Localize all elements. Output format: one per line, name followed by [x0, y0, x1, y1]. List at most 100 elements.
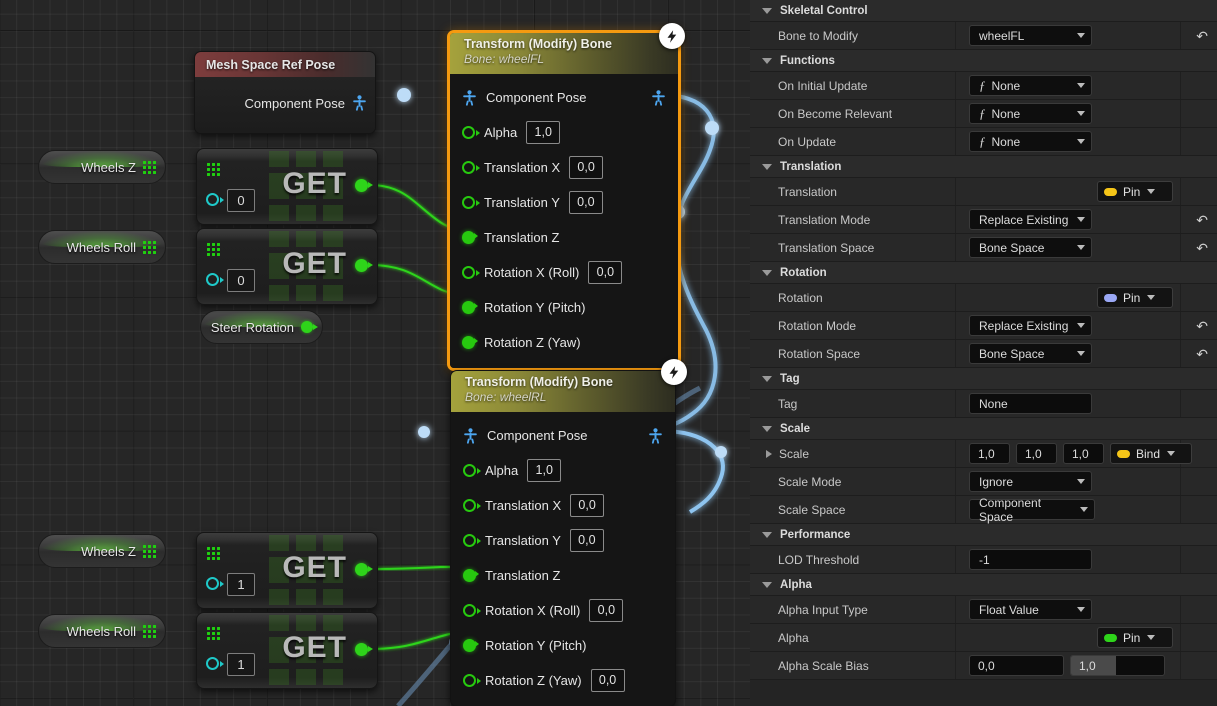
pin-row-alpha[interactable]: Alpha 1,0 [450, 115, 678, 150]
float-pin-icon[interactable] [463, 534, 481, 547]
bone-to-modify-dropdown[interactable]: wheelFL [969, 25, 1092, 46]
index-input-pin-icon[interactable] [206, 193, 224, 206]
property-row-scale-mode[interactable]: Scale Mode Ignore [750, 468, 1217, 496]
scale-bind-button[interactable]: Bind [1110, 443, 1192, 464]
variable-node-wheels-roll-2[interactable]: Wheels Roll [38, 614, 166, 648]
category-rotation[interactable]: Rotation [750, 262, 1217, 284]
revert-icon[interactable]: ↶ [1196, 213, 1208, 227]
property-row-alpha[interactable]: Alpha Pin [750, 624, 1217, 652]
property-row-rotation[interactable]: Rotation Pin [750, 284, 1217, 312]
chevron-down-icon[interactable] [762, 531, 772, 538]
get-output-pin-icon[interactable] [355, 643, 373, 656]
scale-space-dropdown[interactable]: Component Space [969, 496, 1095, 524]
float-pin-icon[interactable] [463, 604, 481, 617]
category-performance[interactable]: Performance [750, 524, 1217, 546]
pin-row-translation-y[interactable]: Translation Y 0,0 [450, 185, 678, 220]
pin-row-rotation-x[interactable]: Rotation X (Roll) 0,0 [450, 255, 678, 290]
property-row-on-update[interactable]: On Update ƒ None [750, 128, 1217, 156]
chevron-down-icon[interactable] [762, 581, 772, 588]
translation-pin-button[interactable]: Pin [1097, 181, 1173, 202]
property-row-translation-mode[interactable]: Translation Mode Replace Existing ↶ [750, 206, 1217, 234]
scale-mode-dropdown[interactable]: Ignore [969, 471, 1092, 492]
variable-node-wheels-z-2[interactable]: Wheels Z [38, 534, 166, 568]
translation-mode-dropdown[interactable]: Replace Existing [969, 209, 1092, 230]
pin-value[interactable]: 0,0 [570, 494, 605, 517]
float-pin-icon[interactable] [463, 499, 481, 512]
pin-value[interactable]: 0,0 [590, 669, 625, 692]
chevron-down-icon[interactable] [762, 269, 772, 276]
pin-row-translation-x[interactable]: Translation X 0,0 [451, 488, 675, 523]
component-pose-output-row[interactable]: Component Pose [245, 95, 367, 111]
float-pin-connected-icon[interactable] [462, 336, 478, 349]
get-output-pin-icon[interactable] [355, 259, 373, 272]
float-pin-icon[interactable] [462, 196, 480, 209]
index-input-pin-icon[interactable] [206, 657, 224, 670]
get-output-pin-icon[interactable] [355, 179, 373, 192]
get-array-node-4[interactable]: GET 1 [196, 612, 378, 689]
index-value[interactable]: 0 [227, 189, 255, 212]
float-pin-connected-icon[interactable] [462, 231, 478, 244]
property-row-bone-to-modify[interactable]: Bone to Modify wheelFL ↶ [750, 22, 1217, 50]
chevron-down-icon[interactable] [762, 57, 772, 64]
property-row-alpha-input-type[interactable]: Alpha Input Type Float Value [750, 596, 1217, 624]
chevron-down-icon[interactable] [762, 7, 772, 14]
chevron-down-icon[interactable] [762, 163, 772, 170]
float-pin-icon[interactable] [463, 674, 481, 687]
array-grid-pin-icon[interactable] [143, 160, 156, 174]
array-grid-pin-icon[interactable] [143, 544, 156, 558]
property-row-alpha-scale-bias[interactable]: Alpha Scale Bias 0,0 1,0 [750, 652, 1217, 680]
on-become-relevant-dropdown[interactable]: ƒ None [969, 103, 1092, 124]
variable-node-steer-rotation[interactable]: Steer Rotation [200, 310, 323, 344]
index-input-pin-icon[interactable] [206, 577, 224, 590]
property-label-expandable[interactable]: Scale [750, 447, 955, 461]
property-row-translation[interactable]: Translation Pin [750, 178, 1217, 206]
float-pin-icon[interactable] [462, 161, 480, 174]
pin-value[interactable]: 0,0 [568, 191, 603, 214]
chevron-down-icon[interactable] [762, 425, 772, 432]
float-pin-icon[interactable] [463, 464, 481, 477]
pin-row-alpha[interactable]: Alpha 1,0 [451, 453, 675, 488]
property-row-translation-space[interactable]: Translation Space Bone Space ↶ [750, 234, 1217, 262]
pose-pin-icon[interactable] [463, 427, 478, 444]
alpha-bias-input[interactable]: 1,0 [1070, 655, 1165, 676]
transform-modify-bone-node-1[interactable]: Transform (Modify) Bone Bone: wheelFL Co… [447, 30, 681, 371]
rotation-mode-dropdown[interactable]: Replace Existing [969, 315, 1092, 336]
rotation-space-dropdown[interactable]: Bone Space [969, 343, 1092, 364]
alpha-scale-input[interactable]: 0,0 [969, 655, 1064, 676]
chevron-right-icon[interactable] [766, 449, 772, 458]
property-row-rotation-space[interactable]: Rotation Space Bone Space ↶ [750, 340, 1217, 368]
index-value[interactable]: 1 [227, 653, 255, 676]
alpha-pin-button[interactable]: Pin [1097, 627, 1173, 648]
property-row-rotation-mode[interactable]: Rotation Mode Replace Existing ↶ [750, 312, 1217, 340]
translation-space-dropdown[interactable]: Bone Space [969, 237, 1092, 258]
revert-icon[interactable]: ↶ [1196, 347, 1208, 361]
pin-value[interactable]: 0,0 [569, 156, 604, 179]
property-row-tag[interactable]: Tag None [750, 390, 1217, 418]
pose-output-pin-icon[interactable] [651, 89, 666, 106]
property-row-scale-space[interactable]: Scale Space Component Space [750, 496, 1217, 524]
get-array-node-3[interactable]: GET 1 [196, 532, 378, 609]
float-dot-pin-icon[interactable] [301, 321, 318, 333]
transform-modify-bone-node-2[interactable]: Transform (Modify) Bone Bone: wheelRL Co… [450, 370, 676, 706]
scale-x-input[interactable]: 1,0 [969, 443, 1010, 464]
pin-row-translation-z[interactable]: Translation Z [451, 558, 675, 593]
index-value[interactable]: 0 [227, 269, 255, 292]
property-row-scale[interactable]: Scale 1,0 1,0 1,0 Bind [750, 440, 1217, 468]
pose-output-pin-icon[interactable] [648, 427, 663, 444]
pin-row-component-pose[interactable]: Component Pose [451, 418, 675, 453]
pin-row-component-pose[interactable]: Component Pose [450, 80, 678, 115]
pin-row-rotation-y[interactable]: Rotation Y (Pitch) [451, 628, 675, 663]
pin-value[interactable]: 0,0 [569, 529, 604, 552]
scale-y-input[interactable]: 1,0 [1016, 443, 1057, 464]
array-input-pin-icon[interactable] [207, 627, 220, 640]
float-pin-icon[interactable] [462, 266, 480, 279]
lod-threshold-input[interactable]: -1 [969, 549, 1092, 570]
mesh-space-ref-pose-node[interactable]: Mesh Space Ref Pose Component Pose [194, 51, 376, 134]
revert-icon[interactable]: ↶ [1196, 29, 1208, 43]
pin-row-translation-y[interactable]: Translation Y 0,0 [451, 523, 675, 558]
category-scale[interactable]: Scale [750, 418, 1217, 440]
index-input-pin-icon[interactable] [206, 273, 224, 286]
pin-row-rotation-y[interactable]: Rotation Y (Pitch) [450, 290, 678, 325]
details-panel[interactable]: Skeletal Control Bone to Modify wheelFL … [750, 0, 1217, 706]
pin-value[interactable]: 1,0 [526, 121, 561, 144]
